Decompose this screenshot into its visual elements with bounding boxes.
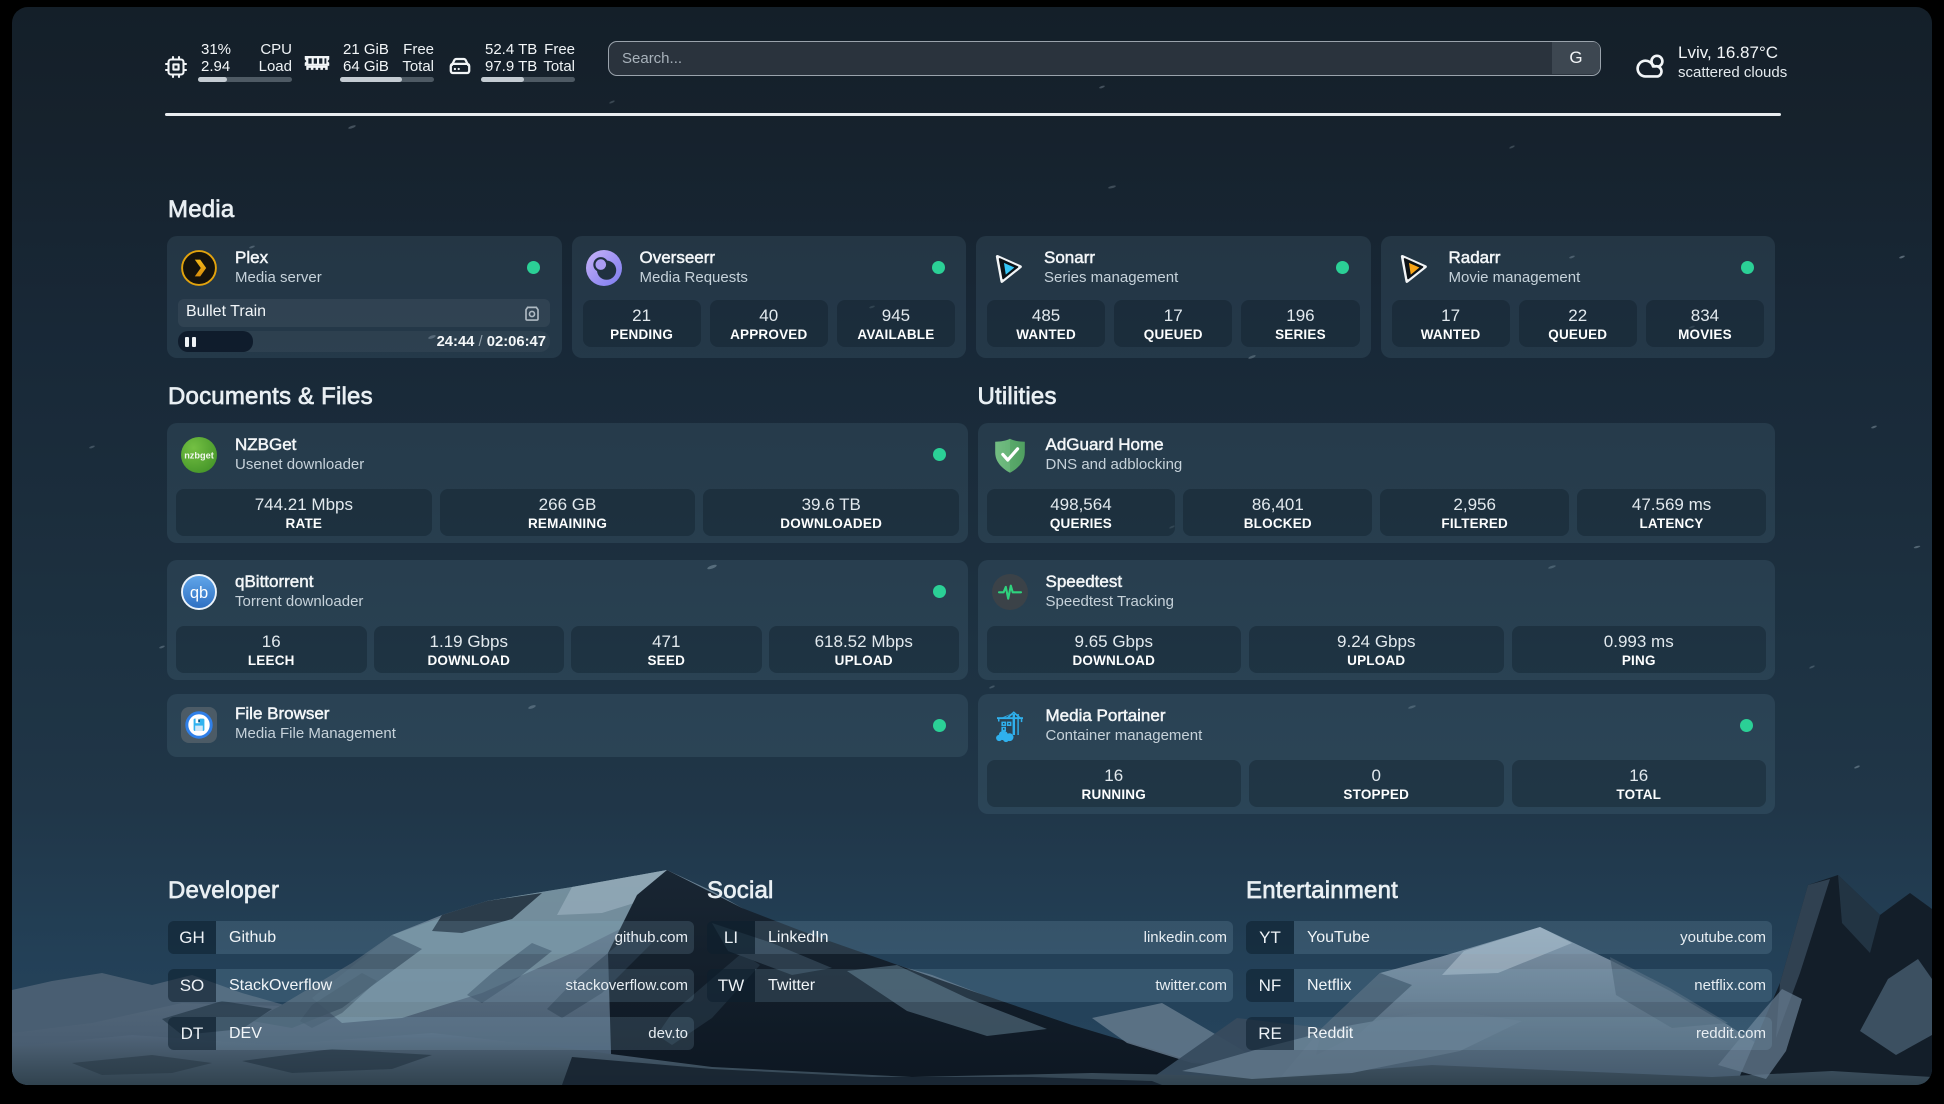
svg-text:nzbget: nzbget	[184, 451, 214, 461]
svg-text:qb: qb	[190, 584, 208, 602]
